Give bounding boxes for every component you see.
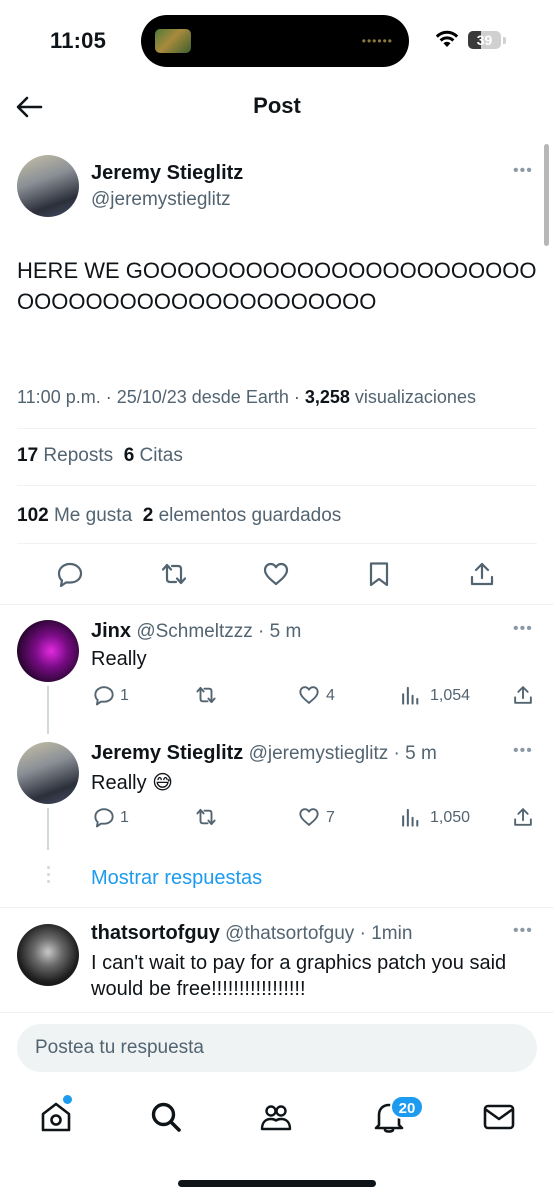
author-avatar[interactable] [17, 155, 79, 217]
divider [17, 428, 537, 429]
reply-avatar[interactable] [17, 742, 79, 804]
dynamic-island: •••••• [141, 15, 409, 67]
post-timestamp: 11:00 p.m. · 25/10/23 desde Earth · [17, 387, 305, 407]
reply-avatar[interactable] [17, 924, 79, 986]
repost-icon[interactable] [195, 684, 217, 706]
post-text: HERE WE GOOOOOOOOOOOOOOOOOOOOOOOOOOOOOOO… [17, 258, 537, 314]
reply-header: Jinx @Schmeltzzz · 5 m [91, 620, 301, 643]
page-title: Post [253, 93, 301, 118]
reply-text: Really 😅 [91, 772, 173, 794]
views-label: visualizaciones [349, 387, 476, 407]
battery-nub [503, 37, 506, 44]
like-icon[interactable] [298, 684, 320, 706]
reply-header: Jeremy Stieglitz @jeremystieglitz · 5 m [91, 742, 437, 765]
reposts-label[interactable]: Reposts [43, 445, 113, 466]
views-count: 3,258 [304, 387, 350, 407]
author-name[interactable]: Jeremy Stieglitz [91, 162, 243, 185]
quotes-count: 6 [123, 445, 135, 466]
reply-avatar[interactable] [17, 620, 79, 682]
divider [17, 543, 537, 544]
status-time: 11:05 [50, 28, 107, 53]
home-icon[interactable] [39, 1100, 73, 1134]
views-icon[interactable] [400, 806, 422, 828]
bookmarks-label[interactable]: elementos guardados [159, 505, 342, 526]
bookmarks-count: 2 [142, 505, 154, 526]
show-replies-link[interactable]: Mostrar respuestas [91, 867, 262, 890]
repost-icon[interactable] [195, 806, 217, 828]
likes-count: 102 [17, 505, 49, 526]
search-icon[interactable] [149, 1100, 183, 1134]
reply-author-name[interactable]: Jeremy Stieglitz [91, 742, 243, 764]
reply-composer-input[interactable]: Postea tu respuesta [17, 1024, 537, 1072]
scrollbar[interactable] [544, 144, 549, 246]
reply-count: 1 [120, 809, 129, 826]
like-count: 7 [326, 809, 335, 826]
views-icon[interactable] [400, 684, 422, 706]
reply-icon[interactable] [56, 560, 84, 588]
more-icon[interactable]: ••• [513, 922, 533, 940]
reply-header: thatsortofguy @thatsortofguy · 1min [91, 922, 412, 945]
views-count: 1,050 [430, 809, 471, 826]
reply-time: · 1min [359, 923, 413, 944]
divider [17, 485, 537, 486]
share-icon[interactable] [512, 684, 534, 706]
home-notification-dot [63, 1095, 72, 1104]
communities-icon[interactable] [259, 1100, 293, 1134]
reply-author-name[interactable]: Jinx [91, 620, 131, 642]
reply-author-handle[interactable]: @thatsortofguy [225, 923, 354, 944]
reply-icon[interactable] [93, 806, 115, 828]
home-indicator[interactable] [178, 1180, 376, 1187]
thread-dots [45, 866, 51, 883]
views-count: 1,054 [430, 687, 471, 704]
reposts-quotes-stats[interactable]: 17 Reposts 6 Citas [17, 445, 183, 467]
messages-icon[interactable] [482, 1100, 516, 1134]
thread-line [47, 808, 49, 850]
reply-author-handle[interactable]: @Schmeltzzz [136, 621, 252, 642]
like-count: 4 [326, 687, 335, 704]
divider [0, 907, 554, 908]
reply-time: · 5 m [258, 621, 302, 642]
more-icon[interactable]: ••• [513, 742, 533, 760]
now-playing-thumbnail [155, 29, 191, 53]
notifications-badge: 20 [390, 1095, 424, 1119]
reply-text: Really [91, 648, 147, 670]
reply-count: 1 [120, 687, 129, 704]
like-icon[interactable] [262, 560, 290, 588]
bookmark-icon[interactable] [365, 560, 393, 588]
divider [0, 1012, 554, 1013]
more-icon[interactable]: ••• [513, 620, 533, 638]
post-meta: 11:00 p.m. · 25/10/23 desde Earth · 3,25… [17, 387, 476, 408]
divider [0, 604, 554, 605]
quotes-label[interactable]: Citas [140, 445, 183, 466]
like-icon[interactable] [298, 806, 320, 828]
wifi-icon [435, 30, 459, 47]
reposts-count: 17 [17, 445, 39, 466]
likes-bookmarks-stats[interactable]: 102 Me gusta 2 elementos guardados [17, 505, 341, 527]
repost-icon[interactable] [160, 560, 188, 588]
audio-indicator-icon: •••••• [361, 34, 393, 48]
thread-line [47, 686, 49, 734]
reply-text: I can't wait to pay for a graphics patch… [91, 952, 507, 1000]
reply-author-name[interactable]: thatsortofguy [91, 922, 220, 944]
likes-label[interactable]: Me gusta [54, 505, 132, 526]
share-icon[interactable] [512, 806, 534, 828]
author-handle[interactable]: @jeremystieglitz [91, 189, 231, 211]
reply-author-handle[interactable]: @jeremystieglitz [249, 743, 389, 764]
reply-icon[interactable] [93, 684, 115, 706]
reply-time: · 5 m [393, 743, 437, 764]
more-icon[interactable]: ••• [513, 162, 533, 180]
battery-indicator: 39 [468, 31, 501, 49]
share-icon[interactable] [468, 560, 496, 588]
